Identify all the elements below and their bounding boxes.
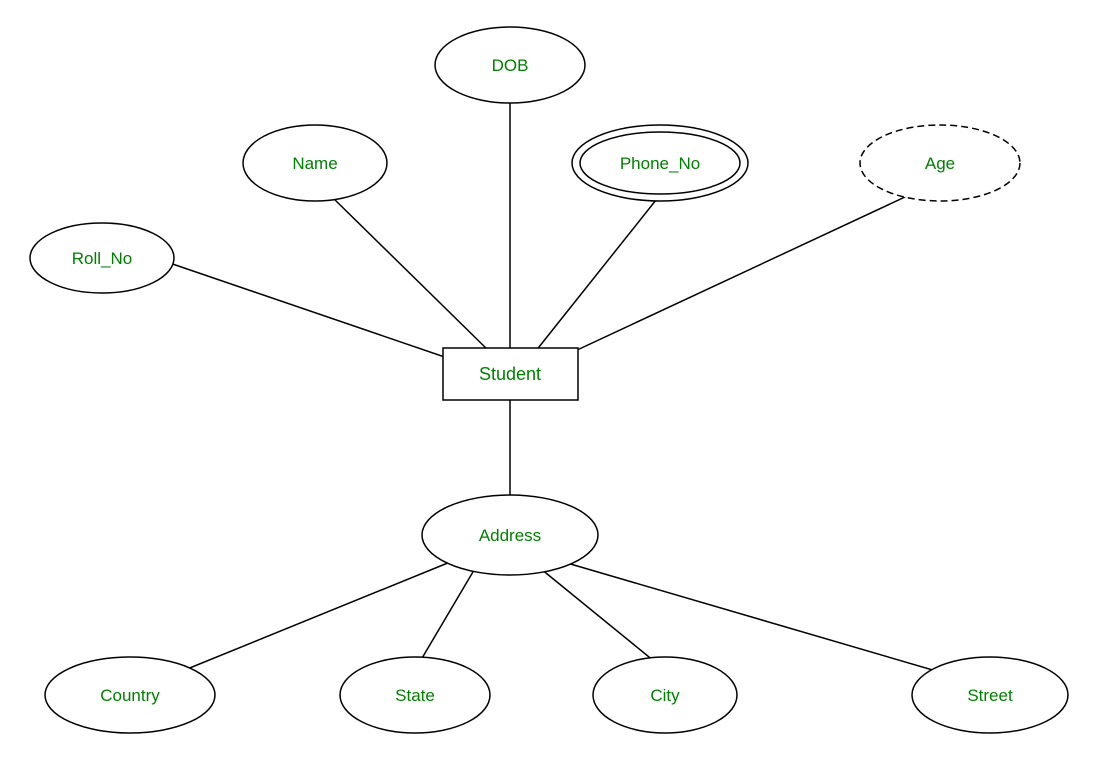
state-label: State [395,686,435,705]
city-label: City [650,686,680,705]
street-label: Street [967,686,1013,705]
age-label: Age [925,154,955,173]
dob-label: DOB [492,56,529,75]
phone-no-label: Phone_No [620,154,700,173]
name-label: Name [292,154,337,173]
student-label: Student [479,364,541,384]
address-label: Address [479,526,541,545]
country-label: Country [100,686,160,705]
roll-no-label: Roll_No [72,249,132,268]
